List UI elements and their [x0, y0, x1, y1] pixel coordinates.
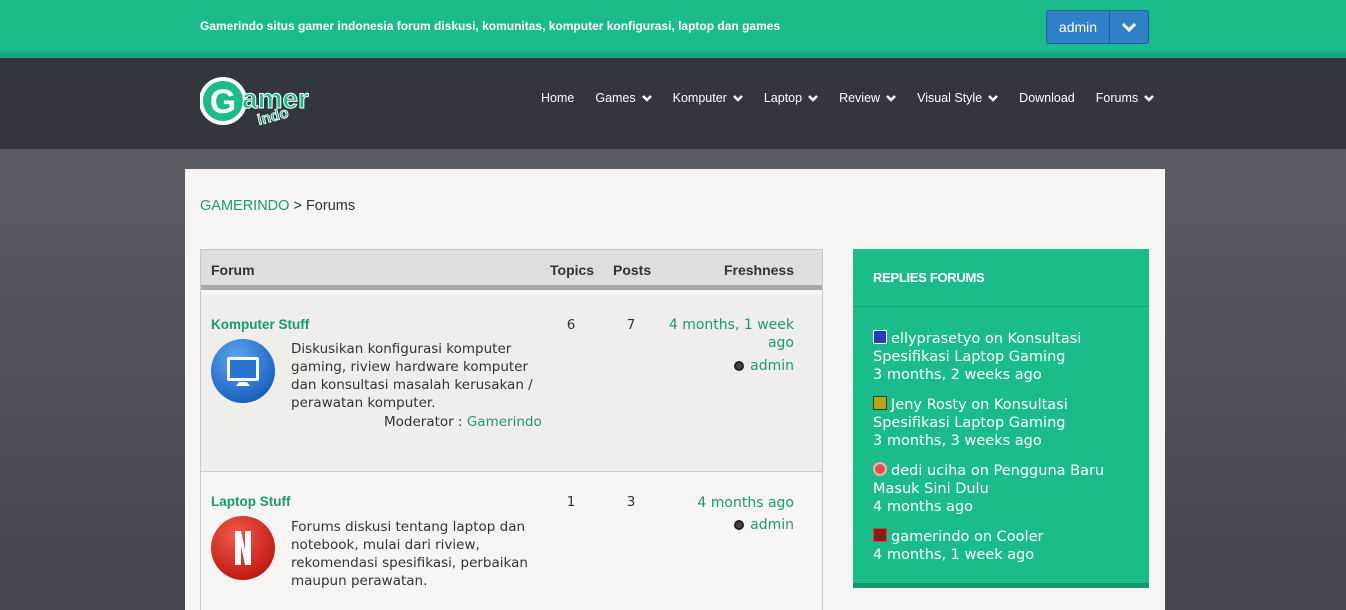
- nav-item-review[interactable]: Review: [839, 91, 896, 105]
- forum-title-link[interactable]: Laptop Stuff: [211, 494, 290, 509]
- table-row: Komputer Stuff Diskusikan konfigurasi ko…: [201, 295, 822, 472]
- nav-item-label[interactable]: Download: [1019, 91, 1075, 105]
- forum-title-link[interactable]: Komputer Stuff: [211, 317, 309, 332]
- replies-widget: REPLIES FORUMS ellyprasetyo on Konsultas…: [853, 249, 1149, 588]
- chevron-down-icon[interactable]: [1110, 11, 1148, 43]
- avatar: [734, 520, 745, 530]
- nav-item-label[interactable]: Review: [839, 91, 880, 105]
- moderator-label: Moderator :: [384, 414, 467, 430]
- table-header: Forum Topics Posts Freshness: [201, 250, 822, 290]
- reply-on-label: on: [966, 397, 994, 413]
- freshness-link[interactable]: 4 months ago: [644, 494, 794, 512]
- reply-user-link[interactable]: ellyprasetyo: [891, 331, 980, 347]
- avatar: [873, 330, 887, 344]
- divider: [853, 306, 1149, 307]
- nav-item-label[interactable]: Laptop: [764, 91, 802, 105]
- nav-item-laptop[interactable]: Laptop: [764, 91, 818, 105]
- monitor-icon[interactable]: [211, 339, 275, 403]
- avatar: [873, 396, 887, 410]
- header-freshness: Freshness: [723, 262, 794, 278]
- reply-user-link[interactable]: Jeny Rosty: [891, 397, 967, 413]
- chevron-down-icon[interactable]: [988, 94, 999, 102]
- forum-moderator: Moderator : Gamerindo: [384, 414, 542, 430]
- replies-title: REPLIES FORUMS: [873, 270, 985, 285]
- chevron-down-icon[interactable]: [732, 94, 743, 102]
- nav-item-komputer[interactable]: Komputer: [673, 91, 743, 105]
- topics-count: 6: [566, 317, 576, 333]
- breadcrumb-home-link[interactable]: GAMERINDO: [200, 198, 289, 214]
- breadcrumb: GAMERINDO > Forums: [200, 198, 355, 214]
- site-logo[interactable]: G amer indo: [199, 72, 340, 130]
- forum-description: Forums diskusi tentang laptop dan notebo…: [291, 519, 528, 589]
- breadcrumb-separator: >: [289, 198, 306, 214]
- forum-description: Diskusikan konfigurasi komputer gaming, …: [291, 341, 533, 411]
- nav-item-home[interactable]: Home: [541, 91, 574, 105]
- svg-text:G: G: [210, 83, 236, 121]
- freshness-link[interactable]: 4 months, 1 week ago: [644, 316, 794, 352]
- nav-item-forums[interactable]: Forums: [1096, 91, 1155, 105]
- moderator-link[interactable]: Gamerindo: [467, 414, 542, 430]
- avatar: [873, 462, 887, 476]
- reply-on-label: on: [969, 529, 997, 545]
- header-topics: Topics: [550, 262, 595, 278]
- header-posts: Posts: [613, 262, 652, 278]
- reply-topic-link[interactable]: Cooler: [997, 529, 1044, 545]
- site-tagline: Gamerindo situs gamer indonesia forum di…: [200, 19, 781, 33]
- reply-item: dedi uciha on Pengguna Baru Masuk Sini D…: [873, 462, 1133, 516]
- nav-item-label[interactable]: Komputer: [673, 91, 727, 105]
- reply-on-label: on: [966, 463, 994, 479]
- main-nav: Home Games Komputer Laptop Review Visual Styl…: [541, 88, 1155, 108]
- nav-item-visual-style[interactable]: Visual Style: [917, 91, 999, 105]
- nav-item-label[interactable]: Visual Style: [917, 91, 982, 105]
- nav-item-label[interactable]: Home: [541, 91, 574, 105]
- netflix-n-icon[interactable]: [211, 516, 275, 580]
- reply-item: Jeny Rosty on Konsultasi Spesifikasi Lap…: [873, 396, 1133, 450]
- chevron-down-icon[interactable]: [886, 94, 896, 102]
- posts-count: 3: [626, 494, 636, 510]
- breadcrumb-current: Forums: [305, 198, 356, 214]
- user-name-label[interactable]: admin: [1047, 11, 1110, 43]
- last-poster[interactable]: admin: [734, 358, 794, 374]
- reply-time-link[interactable]: 4 months ago: [873, 499, 973, 515]
- avatar: [873, 528, 887, 542]
- reply-time-link[interactable]: 3 months, 2 weeks ago: [873, 367, 1042, 383]
- reply-item: gamerindo on Cooler 4 months, 1 week ago: [873, 528, 1133, 564]
- nav-item-label[interactable]: Games: [595, 91, 635, 105]
- chevron-down-icon[interactable]: [808, 94, 818, 102]
- reply-on-label: on: [980, 331, 1008, 347]
- reply-user-link[interactable]: gamerindo: [891, 529, 969, 545]
- chevron-down-icon[interactable]: [641, 94, 652, 102]
- reply-time-link[interactable]: 3 months, 3 weeks ago: [873, 433, 1042, 449]
- posts-count: 7: [626, 317, 636, 333]
- forum-table: Forum Topics Posts Freshness Komputer St…: [200, 249, 823, 610]
- header-forum: Forum: [211, 262, 255, 278]
- reply-time-link[interactable]: 4 months, 1 week ago: [873, 547, 1034, 563]
- avatar: [734, 361, 745, 371]
- reply-user-link[interactable]: dedi uciha: [891, 463, 966, 479]
- last-poster-name[interactable]: admin: [750, 517, 794, 533]
- topics-count: 1: [566, 494, 576, 510]
- last-poster[interactable]: admin: [734, 517, 794, 533]
- nav-item-games[interactable]: Games: [595, 91, 652, 105]
- nav-item-download[interactable]: Download: [1019, 91, 1075, 105]
- reply-item: ellyprasetyo on Konsultasi Spesifikasi L…: [873, 330, 1133, 384]
- table-row: Laptop Stuff Forums diskusi tentang lapt…: [201, 473, 822, 610]
- last-poster-name[interactable]: admin: [750, 358, 794, 374]
- chevron-down-icon[interactable]: [1144, 94, 1155, 102]
- user-menu-button[interactable]: admin: [1046, 10, 1149, 44]
- nav-item-label[interactable]: Forums: [1096, 91, 1138, 105]
